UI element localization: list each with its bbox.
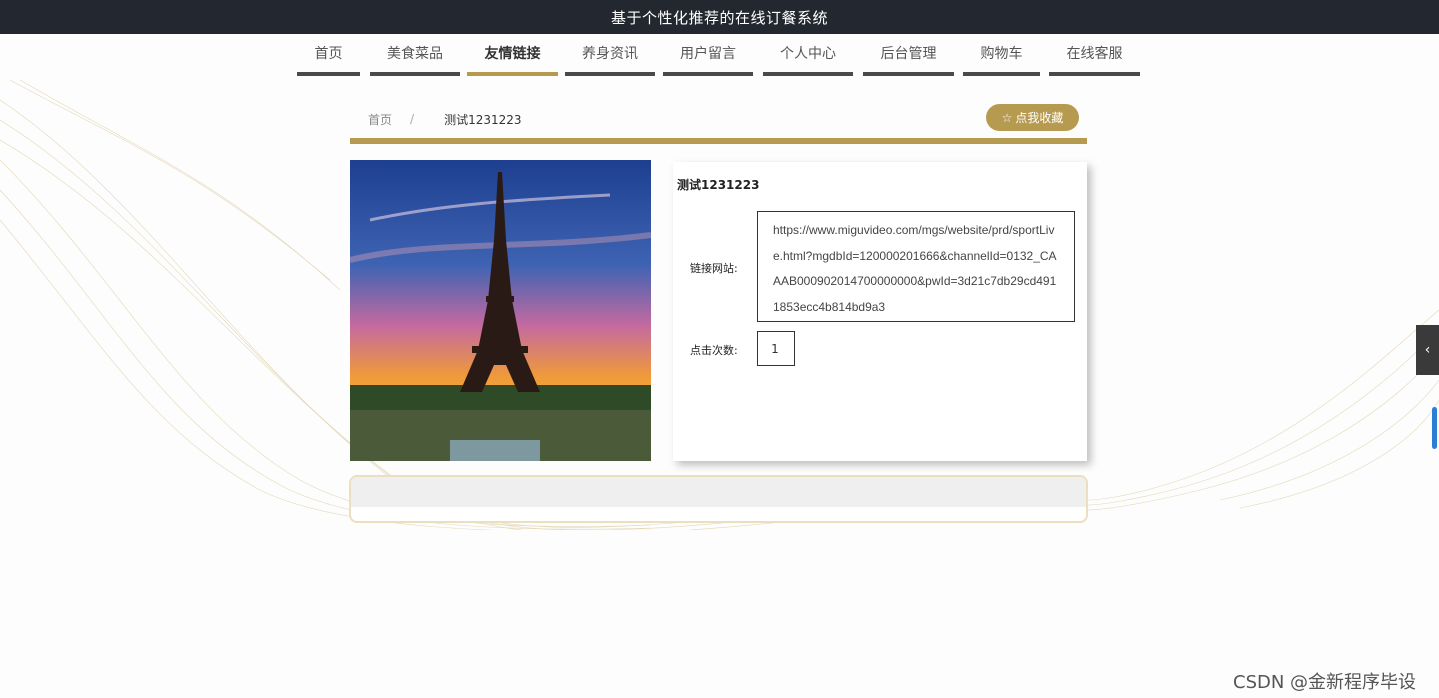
side-toggle-button[interactable]: ‹ [1416, 325, 1439, 375]
breadcrumb-separator: / [410, 112, 415, 126]
clicks-label: 点击次数: [690, 344, 738, 357]
nav-item-admin[interactable]: 后台管理 [863, 34, 954, 76]
link-url[interactable]: https://www.miguvideo.com/mgs/website/pr… [757, 211, 1075, 322]
app-header: 基于个性化推荐的在线订餐系统 [0, 0, 1439, 34]
nav-item-home[interactable]: 首页 [297, 34, 360, 76]
nav-item-cart[interactable]: 购物车 [963, 34, 1040, 76]
nav-item-links[interactable]: 友情链接 [467, 34, 558, 76]
breadcrumb: 首页 / 测试1231223 [368, 110, 522, 128]
content-panel [349, 475, 1088, 523]
breadcrumb-home[interactable]: 首页 [368, 111, 392, 128]
watermark: CSDN @金新程序毕设 [1233, 672, 1417, 693]
clicks-value: 1 [757, 331, 795, 366]
chevron-left-icon: ‹ [1424, 342, 1431, 358]
nav-item-profile[interactable]: 个人中心 [763, 34, 853, 76]
content-panel-header [351, 477, 1086, 507]
detail-title: 测试1231223 [677, 178, 760, 192]
star-outline-icon: ☆ [1001, 110, 1013, 125]
divider [350, 138, 1087, 144]
scrollbar-thumb[interactable] [1432, 407, 1437, 449]
nav-item-health-news[interactable]: 养身资讯 [565, 34, 655, 76]
nav-item-food[interactable]: 美食菜品 [370, 34, 460, 76]
nav-item-messages[interactable]: 用户留言 [663, 34, 753, 76]
item-image [350, 160, 651, 461]
link-label: 链接网站: [690, 262, 738, 275]
nav-item-support[interactable]: 在线客服 [1049, 34, 1140, 76]
app-title: 基于个性化推荐的在线订餐系统 [610, 8, 828, 27]
favorite-button[interactable]: ☆ 点我收藏 [986, 104, 1079, 131]
breadcrumb-current: 测试1231223 [444, 112, 522, 127]
favorite-button-label: 点我收藏 [1015, 111, 1064, 125]
